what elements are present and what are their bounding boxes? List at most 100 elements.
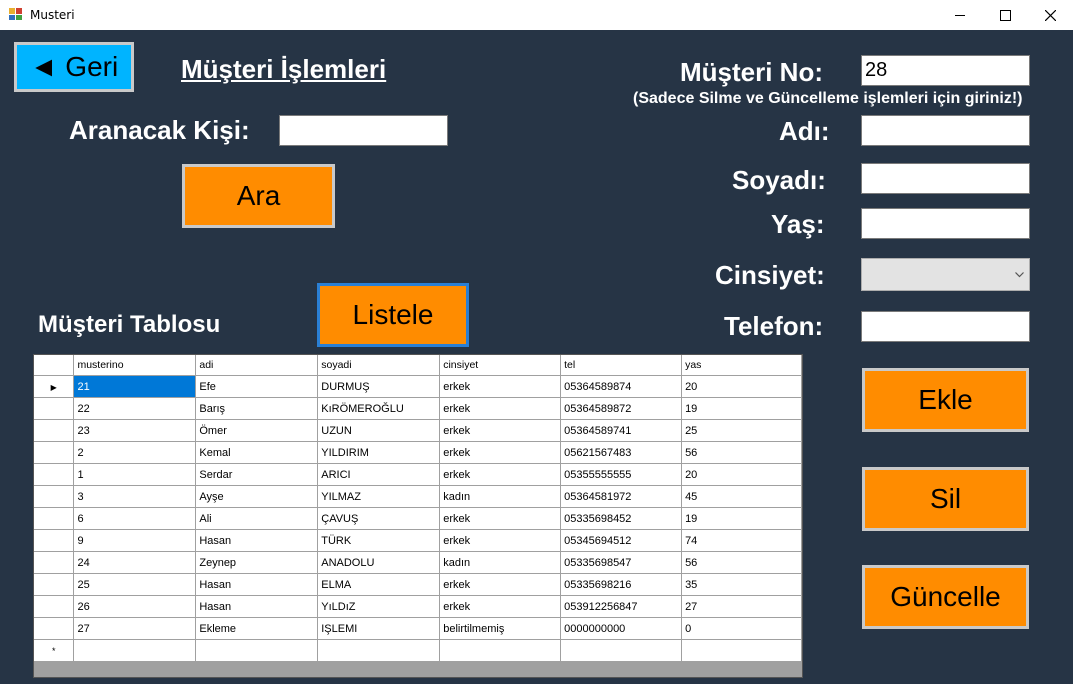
table-row[interactable]: 9 Hasan TÜRK erkek 05345694512 74 (34, 529, 802, 552)
back-button[interactable]: ◄ Geri (14, 42, 134, 92)
table-cell-cinsiyet[interactable]: erkek (439, 595, 562, 618)
table-cell-musterino[interactable]: 1 (73, 463, 197, 486)
table-cell-tel[interactable]: 05355555555 (560, 463, 683, 486)
table-row[interactable]: 27 Ekleme IŞLEMI belirtilmemiş 0000000000 0 (34, 617, 802, 640)
table-cell-musterino[interactable]: 27 (73, 617, 197, 640)
table-cell-musterino[interactable]: 21 (73, 375, 197, 398)
gender-select[interactable] (861, 258, 1030, 291)
table-cell-yas[interactable]: 56 (681, 441, 802, 464)
table-cell-cinsiyet[interactable]: belirtilmemiş (439, 617, 562, 640)
table-cell-cinsiyet[interactable]: kadın (439, 551, 562, 574)
table-row[interactable]: 24 Zeynep ANADOLU kadın 05335698547 56 (34, 551, 802, 574)
row-header[interactable] (34, 617, 75, 640)
customer-no-input[interactable]: 28 (861, 55, 1030, 86)
table-row[interactable]: 25 Hasan ELMA erkek 05335698216 35 (34, 573, 802, 596)
table-row[interactable]: ▶ 21 Efe DURMUŞ erkek 05364589874 20 (34, 375, 802, 398)
table-cell-tel[interactable]: 05345694512 (560, 529, 683, 552)
table-cell-adi[interactable]: Hasan (195, 595, 319, 618)
table-row[interactable]: 22 Barış KıRÖMEROĞLU erkek 05364589872 19 (34, 397, 802, 420)
table-cell-yas[interactable]: 35 (681, 573, 802, 596)
column-header-tel[interactable]: tel (560, 355, 683, 376)
phone-input[interactable] (861, 311, 1030, 342)
table-cell-soyadi[interactable]: YıLDıZ (317, 595, 441, 618)
table-cell-soyadi[interactable]: DURMUŞ (317, 375, 441, 398)
new-row-cell-tel[interactable] (560, 639, 683, 662)
table-row[interactable]: 2 Kemal YILDIRIM erkek 05621567483 56 (34, 441, 802, 464)
table-cell-tel[interactable]: 05335698216 (560, 573, 683, 596)
table-cell-adi[interactable]: Kemal (195, 441, 319, 464)
table-cell-soyadi[interactable]: IŞLEMI (317, 617, 441, 640)
new-row-header[interactable]: * (34, 639, 75, 662)
surname-input[interactable] (861, 163, 1030, 194)
table-cell-musterino[interactable]: 25 (73, 573, 197, 596)
add-button[interactable]: Ekle (862, 368, 1029, 432)
table-cell-adi[interactable]: Hasan (195, 573, 319, 596)
column-header-yas[interactable]: yas (681, 355, 802, 376)
table-cell-yas[interactable]: 19 (681, 507, 802, 530)
table-cell-adi[interactable]: Hasan (195, 529, 319, 552)
table-cell-yas[interactable]: 0 (681, 617, 802, 640)
name-input[interactable] (861, 115, 1030, 146)
table-cell-tel[interactable]: 05364589741 (560, 419, 683, 442)
table-cell-cinsiyet[interactable]: erkek (439, 463, 562, 486)
row-header[interactable] (34, 595, 75, 618)
table-cell-tel[interactable]: 053912256847 (560, 595, 683, 618)
table-cell-adi[interactable]: Zeynep (195, 551, 319, 574)
row-header[interactable] (34, 529, 75, 552)
table-cell-cinsiyet[interactable]: erkek (439, 397, 562, 420)
table-cell-cinsiyet[interactable]: erkek (439, 507, 562, 530)
table-cell-yas[interactable]: 74 (681, 529, 802, 552)
row-header[interactable] (34, 551, 75, 574)
column-header-adi[interactable]: adi (195, 355, 319, 376)
close-button[interactable] (1027, 0, 1073, 30)
table-cell-cinsiyet[interactable]: erkek (439, 419, 562, 442)
table-cell-cinsiyet[interactable]: erkek (439, 441, 562, 464)
table-cell-soyadi[interactable]: ARICI (317, 463, 441, 486)
column-header-cinsiyet[interactable]: cinsiyet (439, 355, 562, 376)
new-row-cell-soyadi[interactable] (317, 639, 441, 662)
table-cell-soyadi[interactable]: YILDIRIM (317, 441, 441, 464)
row-header[interactable] (34, 573, 75, 596)
table-cell-adi[interactable]: Efe (195, 375, 319, 398)
new-row-cell-adi[interactable] (195, 639, 319, 662)
table-cell-adi[interactable]: Barış (195, 397, 319, 420)
table-cell-yas[interactable]: 56 (681, 551, 802, 574)
new-row-cell-musterino[interactable] (73, 639, 197, 662)
table-cell-tel[interactable]: 0000000000 (560, 617, 683, 640)
table-cell-musterino[interactable]: 2 (73, 441, 197, 464)
table-cell-cinsiyet[interactable]: erkek (439, 529, 562, 552)
row-header-corner[interactable] (34, 355, 75, 376)
row-header[interactable] (34, 419, 75, 442)
update-button[interactable]: Güncelle (862, 565, 1029, 629)
table-cell-yas[interactable]: 45 (681, 485, 802, 508)
table-cell-tel[interactable]: 05335698547 (560, 551, 683, 574)
table-cell-cinsiyet[interactable]: erkek (439, 375, 562, 398)
new-row[interactable]: * (34, 639, 802, 662)
table-cell-musterino[interactable]: 22 (73, 397, 197, 420)
table-cell-musterino[interactable]: 6 (73, 507, 197, 530)
table-cell-tel[interactable]: 05364581972 (560, 485, 683, 508)
table-cell-tel[interactable]: 05364589874 (560, 375, 683, 398)
row-header[interactable] (34, 441, 75, 464)
table-cell-cinsiyet[interactable]: erkek (439, 573, 562, 596)
age-input[interactable] (861, 208, 1030, 239)
table-cell-soyadi[interactable]: ELMA (317, 573, 441, 596)
table-row[interactable]: 1 Serdar ARICI erkek 05355555555 20 (34, 463, 802, 486)
table-cell-cinsiyet[interactable]: kadın (439, 485, 562, 508)
table-cell-tel[interactable]: 05364589872 (560, 397, 683, 420)
table-cell-musterino[interactable]: 23 (73, 419, 197, 442)
table-cell-soyadi[interactable]: YILMAZ (317, 485, 441, 508)
list-button[interactable]: Listele (317, 283, 469, 347)
maximize-button[interactable] (982, 0, 1028, 30)
table-cell-yas[interactable]: 25 (681, 419, 802, 442)
table-cell-tel[interactable]: 05621567483 (560, 441, 683, 464)
table-row[interactable]: 23 Ömer UZUN erkek 05364589741 25 (34, 419, 802, 442)
new-row-cell-cinsiyet[interactable] (439, 639, 562, 662)
table-cell-tel[interactable]: 05335698452 (560, 507, 683, 530)
search-input[interactable] (279, 115, 448, 146)
row-header[interactable] (34, 485, 75, 508)
table-cell-adi[interactable]: Serdar (195, 463, 319, 486)
table-cell-adi[interactable]: Ekleme (195, 617, 319, 640)
table-row[interactable]: 26 Hasan YıLDıZ erkek 053912256847 27 (34, 595, 802, 618)
table-cell-musterino[interactable]: 26 (73, 595, 197, 618)
